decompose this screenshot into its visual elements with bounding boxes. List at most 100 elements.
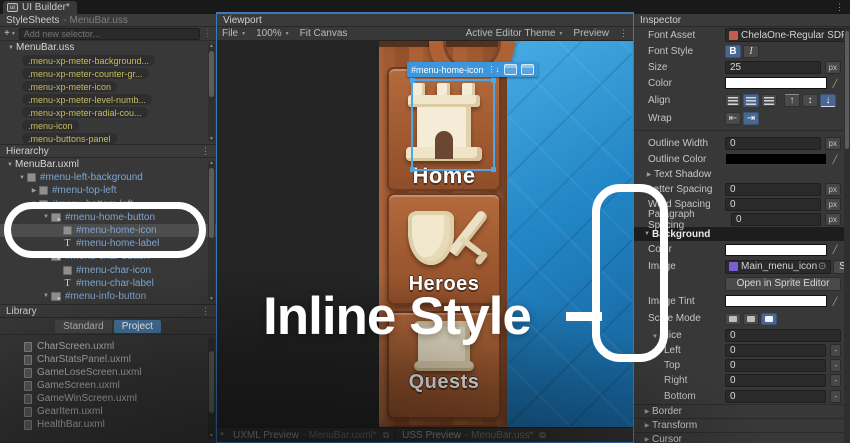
library-menu-icon[interactable]: ⋮ <box>201 306 210 317</box>
uxml-preview-pane[interactable]: UXML Preview - MenuBar.uxml* ⧉ <box>227 428 395 442</box>
image-object-field[interactable]: Main_menu_icon ⊙ <box>725 260 831 274</box>
canvas[interactable]: Home Heroes Quests <box>217 41 633 427</box>
inspector-menu-icon[interactable]: ⋮ <box>835 2 844 13</box>
scroll-up-icon[interactable]: ▲ <box>208 43 215 49</box>
open-external-icon[interactable]: ⧉ <box>383 430 389 441</box>
outline-width-field[interactable]: 0 <box>725 137 821 150</box>
open-sprite-editor-button[interactable]: Open in Sprite Editor <box>725 277 841 291</box>
drag-handle-icon[interactable]: ⋮↓ <box>488 65 500 74</box>
size-field[interactable]: 25 <box>725 61 821 74</box>
slice-right-field[interactable]: 0 <box>725 374 826 387</box>
eyedropper-icon[interactable]: ╱ <box>829 297 841 306</box>
selection-outline[interactable] <box>411 79 495 171</box>
hierarchy-scrollbar[interactable]: ▲ ▼ <box>208 160 215 302</box>
scroll-down-icon[interactable]: ▼ <box>208 136 215 142</box>
menu-quests-label[interactable]: Quests <box>409 371 480 394</box>
selector-row[interactable]: .menu-xp-meter-background... <box>0 54 216 67</box>
inspector-scrollbar[interactable] <box>844 27 850 443</box>
list-item[interactable]: GameScreen.uxml <box>0 379 216 392</box>
align-middle-button[interactable]: ↕ <box>802 94 818 107</box>
outline-color-swatch[interactable] <box>725 153 827 165</box>
unit-dropdown[interactable]: px <box>825 137 841 150</box>
align-bottom-button[interactable]: ↓ <box>820 94 836 107</box>
list-item[interactable]: CharStatsPanel.uxml <box>0 353 216 366</box>
selection-header[interactable]: #menu-home-icon ⋮↓ <box>407 62 538 77</box>
paragraph-spacing-field[interactable]: 0 <box>731 213 821 226</box>
unit-dropdown[interactable]: - <box>830 344 841 357</box>
bold-toggle[interactable]: B <box>725 45 741 58</box>
slice-bottom-field[interactable]: 0 <box>725 390 826 403</box>
wrap-on-button[interactable]: ⇥ <box>743 112 759 125</box>
border-foldout[interactable]: ▶ Border <box>634 404 844 418</box>
theme-dropdown[interactable]: Active Editor Theme▼ <box>466 28 564 39</box>
wrap-off-button[interactable]: ⇤ <box>725 112 741 125</box>
slice-top-field[interactable]: 0 <box>725 359 826 372</box>
file-menu[interactable]: File▼ <box>222 28 246 39</box>
unit-dropdown[interactable]: - <box>830 374 841 387</box>
align-left-button[interactable] <box>725 94 741 107</box>
fit-canvas-button[interactable]: Fit Canvas <box>300 28 348 39</box>
stylesheet-root-row[interactable]: ▼ MenuBar.uss <box>0 41 216 54</box>
preview-toggle[interactable]: Preview <box>573 28 609 39</box>
open-external-icon[interactable]: ⧉ <box>539 430 545 441</box>
library-scrollbar[interactable]: ▼ <box>208 337 215 439</box>
add-selector-button[interactable]: +▼ <box>4 28 16 39</box>
selector-row[interactable]: .menu-xp-meter-radial-cou... <box>0 106 216 119</box>
selector-row[interactable]: .menu-buttons-panel <box>0 132 216 145</box>
uss-preview-pane[interactable]: USS Preview - MenuBar.uss* ⧉ <box>396 428 552 442</box>
scale-stretch-button[interactable] <box>725 313 741 325</box>
image-type-dropdown[interactable]: Sprite▼ <box>833 260 844 274</box>
foldout-arrow-icon[interactable]: ▶ <box>642 408 652 415</box>
hierarchy-menu-icon[interactable]: ⋮ <box>201 146 210 157</box>
word-spacing-field[interactable]: 0 <box>725 198 821 211</box>
align-widget-icon[interactable] <box>504 64 517 75</box>
size-unit-dropdown[interactable]: px <box>825 61 841 74</box>
scale-fill-button[interactable] <box>761 313 777 325</box>
viewport-menu-icon[interactable]: ⋮ <box>619 28 628 39</box>
hierarchy-row[interactable]: ▼ MenuBar.uxml <box>0 158 216 171</box>
scroll-down-icon[interactable]: ▼ <box>208 296 215 302</box>
object-picker-icon[interactable]: ⊙ <box>817 261 827 272</box>
letter-spacing-field[interactable]: 0 <box>725 183 821 196</box>
italic-toggle[interactable]: I <box>743 45 759 58</box>
hierarchy-row[interactable]: #menu-char-icon <box>0 264 216 277</box>
selector-row[interactable]: .menu-xp-meter-icon <box>0 80 216 93</box>
eyedropper-icon[interactable]: ╱ <box>829 79 841 88</box>
list-item[interactable]: HealthBar.uxml <box>0 418 216 431</box>
foldout-arrow-icon[interactable]: ▶ <box>644 171 654 178</box>
resize-handle[interactable] <box>410 78 415 83</box>
font-asset-field[interactable]: ChelaOne-Regular SDF T (Fon ⊙ <box>725 28 844 42</box>
foldout-arrow-icon[interactable]: ▼ <box>5 162 15 168</box>
unit-dropdown[interactable]: - <box>830 359 841 372</box>
foldout-arrow-icon[interactable]: ▼ <box>17 175 27 181</box>
hierarchy-row[interactable]: ▼ #menu-info-button <box>0 290 216 303</box>
list-item[interactable]: GearItem.uxml <box>0 405 216 418</box>
zoom-dropdown[interactable]: 100%▼ <box>256 28 290 39</box>
image-tint-swatch[interactable] <box>725 295 827 307</box>
align-right-button[interactable] <box>761 94 777 107</box>
scroll-down-icon[interactable]: ▼ <box>208 433 215 439</box>
align-top-button[interactable]: ↑ <box>784 94 800 107</box>
hierarchy-row[interactable]: T #menu-char-label <box>0 277 216 290</box>
tab-standard[interactable]: Standard <box>55 320 112 333</box>
color-swatch[interactable] <box>725 77 827 89</box>
resize-handle[interactable] <box>491 78 496 83</box>
unit-dropdown[interactable]: - <box>830 390 841 403</box>
selector-row[interactable]: .menu-icon <box>0 119 216 132</box>
hierarchy-row[interactable]: ▶ #menu-top-left <box>0 184 216 197</box>
list-item[interactable]: GameWinScreen.uxml <box>0 392 216 405</box>
foldout-arrow-icon[interactable]: ▼ <box>217 432 227 438</box>
resize-handle[interactable] <box>491 167 496 172</box>
resize-handle[interactable] <box>410 167 415 172</box>
foldout-arrow-icon[interactable]: ▶ <box>642 422 652 429</box>
eyedropper-icon[interactable]: ╱ <box>829 155 841 164</box>
bg-color-swatch[interactable] <box>725 244 827 256</box>
text-shadow-foldout[interactable]: ▶ Text Shadow <box>634 167 844 182</box>
unit-dropdown[interactable]: px <box>825 183 841 196</box>
slice-left-field[interactable]: 0 <box>725 344 826 357</box>
selector-row[interactable]: .menu-xp-meter-level-numb... <box>0 93 216 106</box>
foldout-arrow-icon[interactable]: ▶ <box>642 436 652 443</box>
cursor-foldout[interactable]: ▶ Cursor <box>634 432 844 443</box>
foldout-arrow-icon[interactable]: ▼ <box>41 293 51 299</box>
scroll-up-icon[interactable]: ▲ <box>208 160 215 166</box>
